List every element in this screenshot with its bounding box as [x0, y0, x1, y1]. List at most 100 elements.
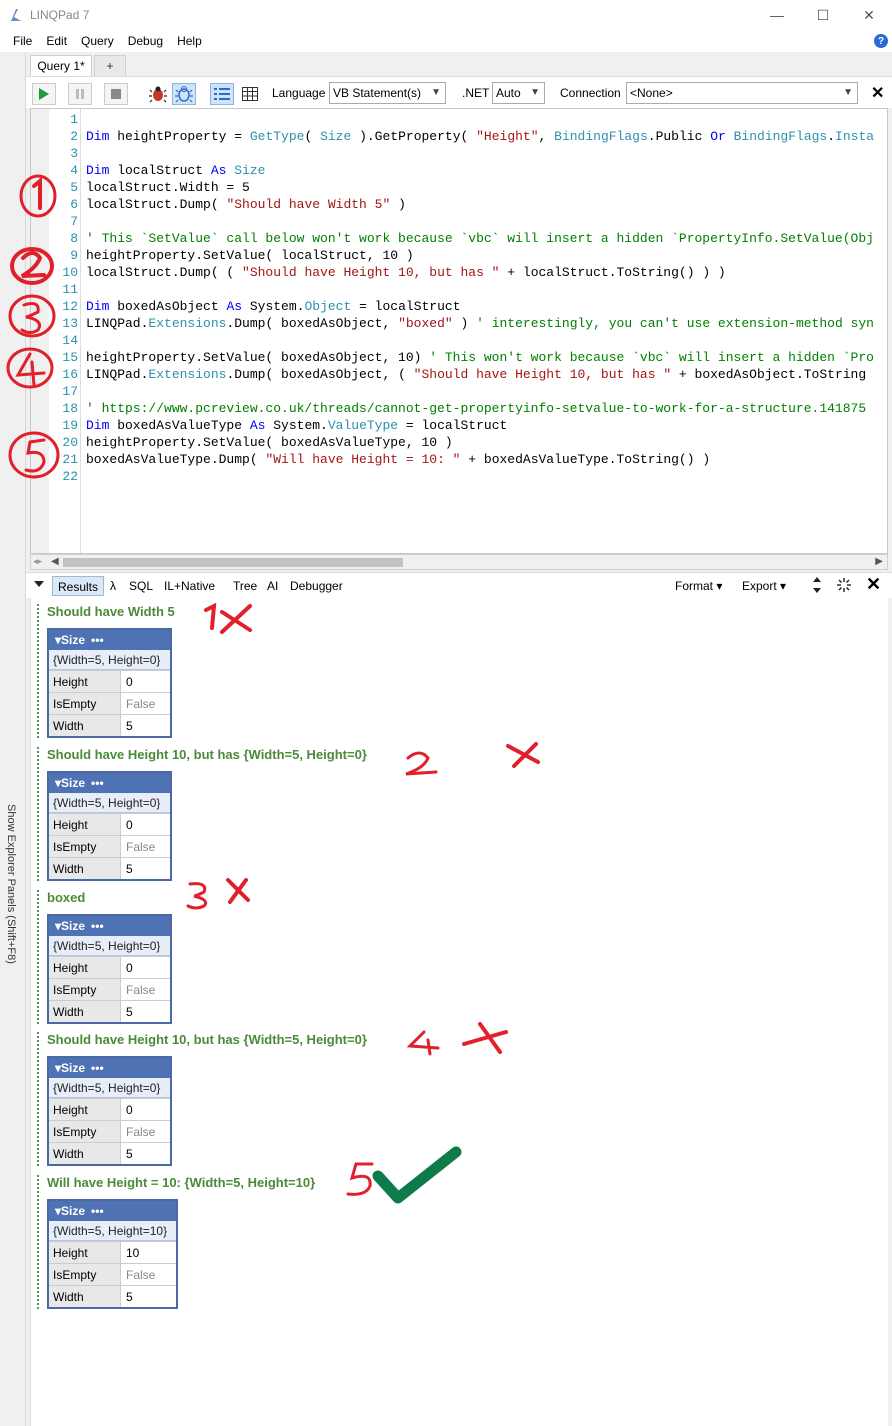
dump-block: Should have Height 10, but has {Width=5,…: [37, 1032, 367, 1166]
code-text[interactable]: LINQPad.Extensions.Dump( boxedAsObject, …: [86, 315, 874, 332]
menu-edit[interactable]: Edit: [39, 34, 74, 48]
code-text[interactable]: localStruct.Dump( "Should have Width 5" …: [86, 196, 406, 213]
code-editor[interactable]: 1 2 Dim heightProperty = GetType( Size ).G…: [30, 108, 888, 554]
more-options-icon[interactable]: •••: [91, 1061, 104, 1075]
export-menu-button[interactable]: Export ▾: [742, 579, 786, 593]
scroll-left-icon[interactable]: ◀: [51, 556, 59, 567]
dump-row-key: Height: [49, 1099, 121, 1120]
collapse-results-icon[interactable]: [34, 578, 44, 592]
close-window-button[interactable]: ✕: [846, 0, 892, 30]
language-select[interactable]: VB Statement(s) ▼: [329, 82, 446, 104]
more-options-icon[interactable]: •••: [91, 1204, 104, 1218]
code-line[interactable]: 11: [31, 281, 887, 298]
editor-horizontal-scrollbar[interactable]: ◂▸ ◀ ▶: [30, 554, 888, 570]
dump-row-value: 0: [126, 674, 133, 689]
float-results-icon[interactable]: [836, 577, 852, 596]
code-text[interactable]: heightProperty.SetValue( boxedAsValueTyp…: [86, 434, 453, 451]
resize-vertical-icon[interactable]: [812, 577, 822, 596]
chevron-down-icon: ▼: [530, 87, 540, 98]
code-line[interactable]: 7: [31, 213, 887, 230]
code-line[interactable]: 16 LINQPad.Extensions.Dump( boxedAsObject…: [31, 366, 887, 383]
code-text[interactable]: Dim localStruct As Size: [86, 162, 265, 179]
code-text[interactable]: Dim boxedAsObject As System.Object = loc…: [86, 298, 461, 315]
code-text[interactable]: heightProperty.SetValue( boxedAsObject, …: [86, 349, 874, 366]
dotnet-select[interactable]: Auto ▼: [492, 82, 545, 104]
menu-debug[interactable]: Debug: [121, 34, 170, 48]
debug-bug-button[interactable]: [146, 83, 170, 105]
code-line[interactable]: 2 Dim heightProperty = GetType( Size ).Ge…: [31, 128, 887, 145]
list-view-icon: [214, 88, 230, 100]
dump-summary: {Width=5, Height=0}: [49, 1078, 170, 1098]
code-line[interactable]: 14: [31, 332, 887, 349]
dump-table-header[interactable]: ▾ Size •••: [49, 916, 170, 936]
code-text[interactable]: Dim boxedAsValueType As System.ValueType…: [86, 417, 507, 434]
code-line[interactable]: 9 heightProperty.SetValue( localStruct, 1…: [31, 247, 887, 264]
code-line[interactable]: 12 Dim boxedAsObject As System.Object = l…: [31, 298, 887, 315]
code-text[interactable]: LINQPad.Extensions.Dump( boxedAsObject, …: [86, 366, 866, 383]
connection-select[interactable]: <None> ▼: [626, 82, 858, 104]
menu-help[interactable]: Help: [170, 34, 209, 48]
tab-il-native[interactable]: IL+Native: [164, 579, 215, 593]
debug-break-button[interactable]: [172, 83, 196, 105]
tab-tree[interactable]: Tree: [233, 579, 257, 593]
code-line[interactable]: 6 localStruct.Dump( "Should have Width 5"…: [31, 196, 887, 213]
code-line[interactable]: 15 heightProperty.SetValue( boxedAsObject…: [31, 349, 887, 366]
code-line[interactable]: 1: [31, 111, 887, 128]
language-select-value: VB Statement(s): [333, 86, 422, 100]
stop-button[interactable]: [104, 83, 128, 105]
code-line[interactable]: 10 localStruct.Dump( ( "Should have Heigh…: [31, 264, 887, 281]
code-text[interactable]: heightProperty.SetValue( localStruct, 10…: [86, 247, 414, 264]
code-line[interactable]: 17: [31, 383, 887, 400]
dump-table-header[interactable]: ▾ Size •••: [49, 1058, 170, 1078]
add-tab-button[interactable]: +: [94, 55, 126, 76]
close-query-button[interactable]: ✕: [871, 83, 884, 103]
code-line[interactable]: 4 Dim localStruct As Size: [31, 162, 887, 179]
split-handle-icon: ◂▸: [33, 556, 43, 566]
code-text[interactable]: localStruct.Width = 5: [86, 179, 250, 196]
code-line[interactable]: 3: [31, 145, 887, 162]
format-menu-button[interactable]: Format ▾: [675, 579, 722, 593]
tab-results[interactable]: Results: [52, 576, 105, 596]
dump-table-header[interactable]: ▾ Size •••: [49, 1201, 176, 1221]
code-line[interactable]: 18 ' https://www.pcreview.co.uk/threads/c…: [31, 400, 887, 417]
dump-table-header[interactable]: ▾ Size •••: [49, 630, 170, 650]
tab-query-1[interactable]: Query 1*: [30, 55, 92, 76]
minimize-button[interactable]: —: [754, 0, 800, 30]
code-line[interactable]: 13 LINQPad.Extensions.Dump( boxedAsObject…: [31, 315, 887, 332]
code-text[interactable]: ' https://www.pcreview.co.uk/threads/can…: [86, 400, 866, 417]
tab-sql[interactable]: SQL: [129, 579, 153, 593]
code-line[interactable]: 19 Dim boxedAsValueType As System.ValueTy…: [31, 417, 887, 434]
show-explorer-panels-label[interactable]: Show Explorer Panels (Shift+F8): [5, 804, 17, 964]
maximize-button[interactable]: ☐: [800, 0, 846, 30]
code-text[interactable]: boxedAsValueType.Dump( "Will have Height…: [86, 451, 710, 468]
tab-lambda[interactable]: λ: [110, 579, 116, 593]
more-options-icon[interactable]: •••: [91, 919, 104, 933]
menu-file[interactable]: File: [6, 34, 39, 48]
grid-results-button[interactable]: [238, 83, 262, 105]
line-number: 22: [62, 469, 78, 484]
explorer-side-panel[interactable]: Show Explorer Panels (Shift+F8): [0, 52, 26, 1426]
tab-ai[interactable]: AI: [267, 579, 278, 593]
code-line[interactable]: 5 localStruct.Width = 5: [31, 179, 887, 196]
code-text[interactable]: localStruct.Dump( ( "Should have Height …: [86, 264, 726, 281]
scroll-right-icon[interactable]: ▶: [875, 556, 883, 567]
help-icon[interactable]: ?: [874, 34, 888, 48]
menu-query[interactable]: Query: [74, 34, 121, 48]
more-options-icon[interactable]: •••: [91, 633, 104, 647]
code-text[interactable]: Dim heightProperty = GetType( Size ).Get…: [86, 128, 874, 145]
code-line[interactable]: 20 heightProperty.SetValue( boxedAsValueT…: [31, 434, 887, 451]
code-line[interactable]: 22: [31, 468, 887, 485]
rich-text-results-button[interactable]: [210, 83, 234, 105]
dump-row-value: 5: [126, 1004, 133, 1019]
code-line[interactable]: 21 boxedAsValueType.Dump( "Will have Heig…: [31, 451, 887, 468]
dump-table-header[interactable]: ▾ Size •••: [49, 773, 170, 793]
close-results-button[interactable]: ✕: [866, 574, 881, 595]
tab-debugger[interactable]: Debugger: [290, 579, 343, 593]
pause-button[interactable]: [68, 83, 92, 105]
scroll-thumb[interactable]: [63, 558, 403, 567]
code-text[interactable]: ' This `SetValue` call below won't work …: [86, 230, 874, 247]
run-button[interactable]: [32, 83, 56, 105]
more-options-icon[interactable]: •••: [91, 776, 104, 790]
dotnet-label: .NET: [462, 86, 490, 100]
code-line[interactable]: 8 ' This `SetValue` call below won't work…: [31, 230, 887, 247]
